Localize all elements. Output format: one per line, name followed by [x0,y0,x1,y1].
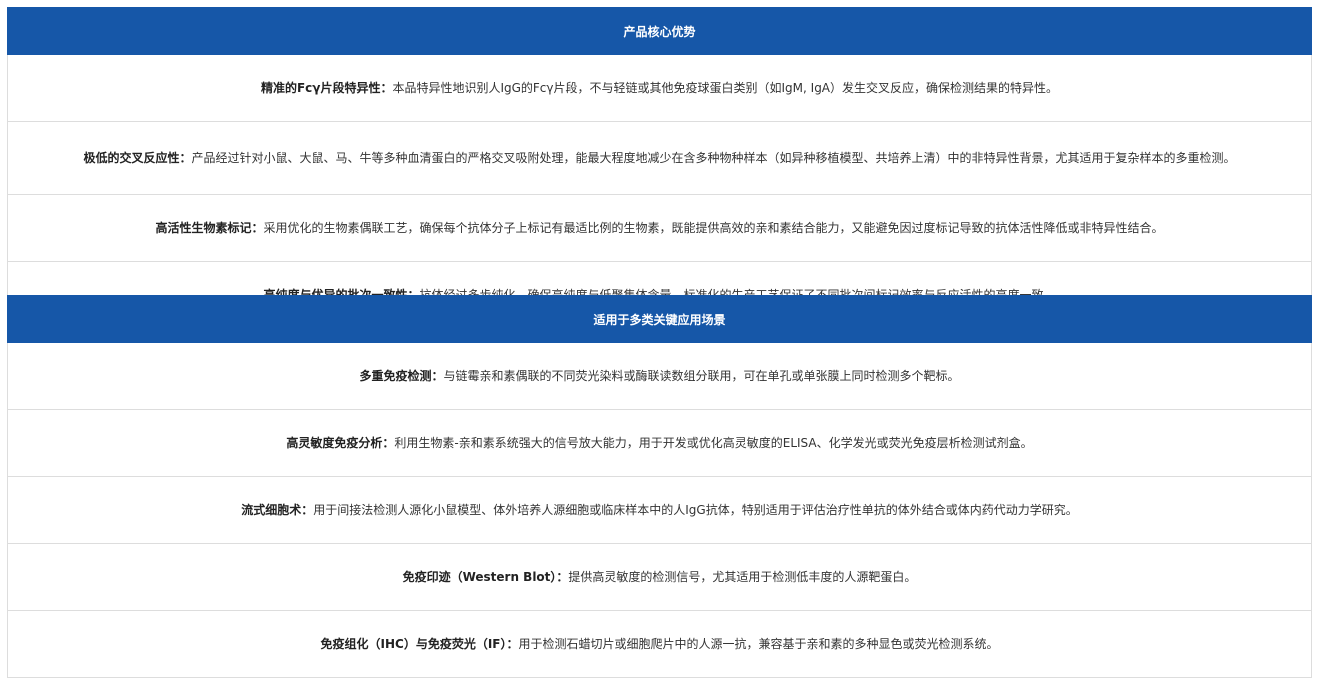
application-title: 流式细胞术： [241,503,314,517]
application-cell: 免疫印迹（Western Blot）：提供高灵敏度的检测信号，尤其适用于检测低丰… [7,543,1312,611]
application-text: 用于间接法检测人源化小鼠模型、体外培养人源细胞或临床样本中的人IgG抗体，特别适… [313,503,1078,517]
application-title: 免疫组化（IHC）与免疫荧光（IF）： [320,637,519,651]
application-text: 提供高灵敏度的检测信号，尤其适用于检测低丰度的人源靶蛋白。 [568,570,917,584]
table-row: 流式细胞术：用于间接法检测人源化小鼠模型、体外培养人源细胞或临床样本中的人IgG… [7,476,1312,544]
application-title: 免疫印迹（Western Blot）： [402,570,569,584]
table-row: 高灵敏度免疫分析：利用生物素-亲和素系统强大的信号放大能力，用于开发或优化高灵敏… [7,409,1312,477]
advantages-table: 产品核心优势 精准的Fcγ片段特异性：本品特异性地识别人IgG的Fcγ片段，不与… [7,7,1312,329]
advantage-title: 精准的Fcγ片段特异性： [260,81,393,95]
table-row: 极低的交叉反应性：产品经过针对小鼠、大鼠、马、牛等多种血清蛋白的严格交叉吸附处理… [7,121,1312,195]
application-cell: 流式细胞术：用于间接法检测人源化小鼠模型、体外培养人源细胞或临床样本中的人IgG… [7,476,1312,544]
table-row: 免疫组化（IHC）与免疫荧光（IF）：用于检测石蜡切片或细胞爬片中的人源一抗，兼… [7,610,1312,678]
application-cell: 高灵敏度免疫分析：利用生物素-亲和素系统强大的信号放大能力，用于开发或优化高灵敏… [7,409,1312,477]
application-cell: 多重免疫检测：与链霉亲和素偶联的不同荧光染料或酶联读数组分联用，可在单孔或单张膜… [7,342,1312,410]
table-row: 精准的Fcγ片段特异性：本品特异性地识别人IgG的Fcγ片段，不与轻链或其他免疫… [7,54,1312,122]
table-row: 多重免疫检测：与链霉亲和素偶联的不同荧光染料或酶联读数组分联用，可在单孔或单张膜… [7,342,1312,410]
advantage-cell: 极低的交叉反应性：产品经过针对小鼠、大鼠、马、牛等多种血清蛋白的严格交叉吸附处理… [7,121,1312,195]
advantage-title: 极低的交叉反应性： [83,151,192,165]
page: 产品核心优势 精准的Fcγ片段特异性：本品特异性地识别人IgG的Fcγ片段，不与… [0,0,1320,678]
application-cell: 免疫组化（IHC）与免疫荧光（IF）：用于检测石蜡切片或细胞爬片中的人源一抗，兼… [7,610,1312,678]
advantage-cell: 高活性生物素标记：采用优化的生物素偶联工艺，确保每个抗体分子上标记有最适比例的生… [7,194,1312,262]
advantage-title: 高活性生物素标记： [155,221,264,235]
application-title: 高灵敏度免疫分析： [286,436,395,450]
table-row: 免疫印迹（Western Blot）：提供高灵敏度的检测信号，尤其适用于检测低丰… [7,543,1312,611]
advantage-text: 本品特异性地识别人IgG的Fcγ片段，不与轻链或其他免疫球蛋白类别（如IgM, … [392,81,1059,95]
applications-header: 适用于多类关键应用场景 [7,295,1312,343]
table-row: 高活性生物素标记：采用优化的生物素偶联工艺，确保每个抗体分子上标记有最适比例的生… [7,194,1312,262]
advantage-cell: 精准的Fcγ片段特异性：本品特异性地识别人IgG的Fcγ片段，不与轻链或其他免疫… [7,54,1312,122]
applications-table: 适用于多类关键应用场景 多重免疫检测：与链霉亲和素偶联的不同荧光染料或酶联读数组… [7,295,1312,678]
application-text: 用于检测石蜡切片或细胞爬片中的人源一抗，兼容基于亲和素的多种显色或荧光检测系统。 [518,637,999,651]
advantage-text: 产品经过针对小鼠、大鼠、马、牛等多种血清蛋白的严格交叉吸附处理，能最大程度地减少… [191,151,1236,165]
application-text: 利用生物素-亲和素系统强大的信号放大能力，用于开发或优化高灵敏度的ELISA、化… [394,436,1033,450]
application-text: 与链霉亲和素偶联的不同荧光染料或酶联读数组分联用，可在单孔或单张膜上同时检测多个… [443,369,960,383]
advantage-text: 采用优化的生物素偶联工艺，确保每个抗体分子上标记有最适比例的生物素，既能提供高效… [263,221,1164,235]
advantages-header: 产品核心优势 [7,7,1312,55]
application-title: 多重免疫检测： [359,369,444,383]
